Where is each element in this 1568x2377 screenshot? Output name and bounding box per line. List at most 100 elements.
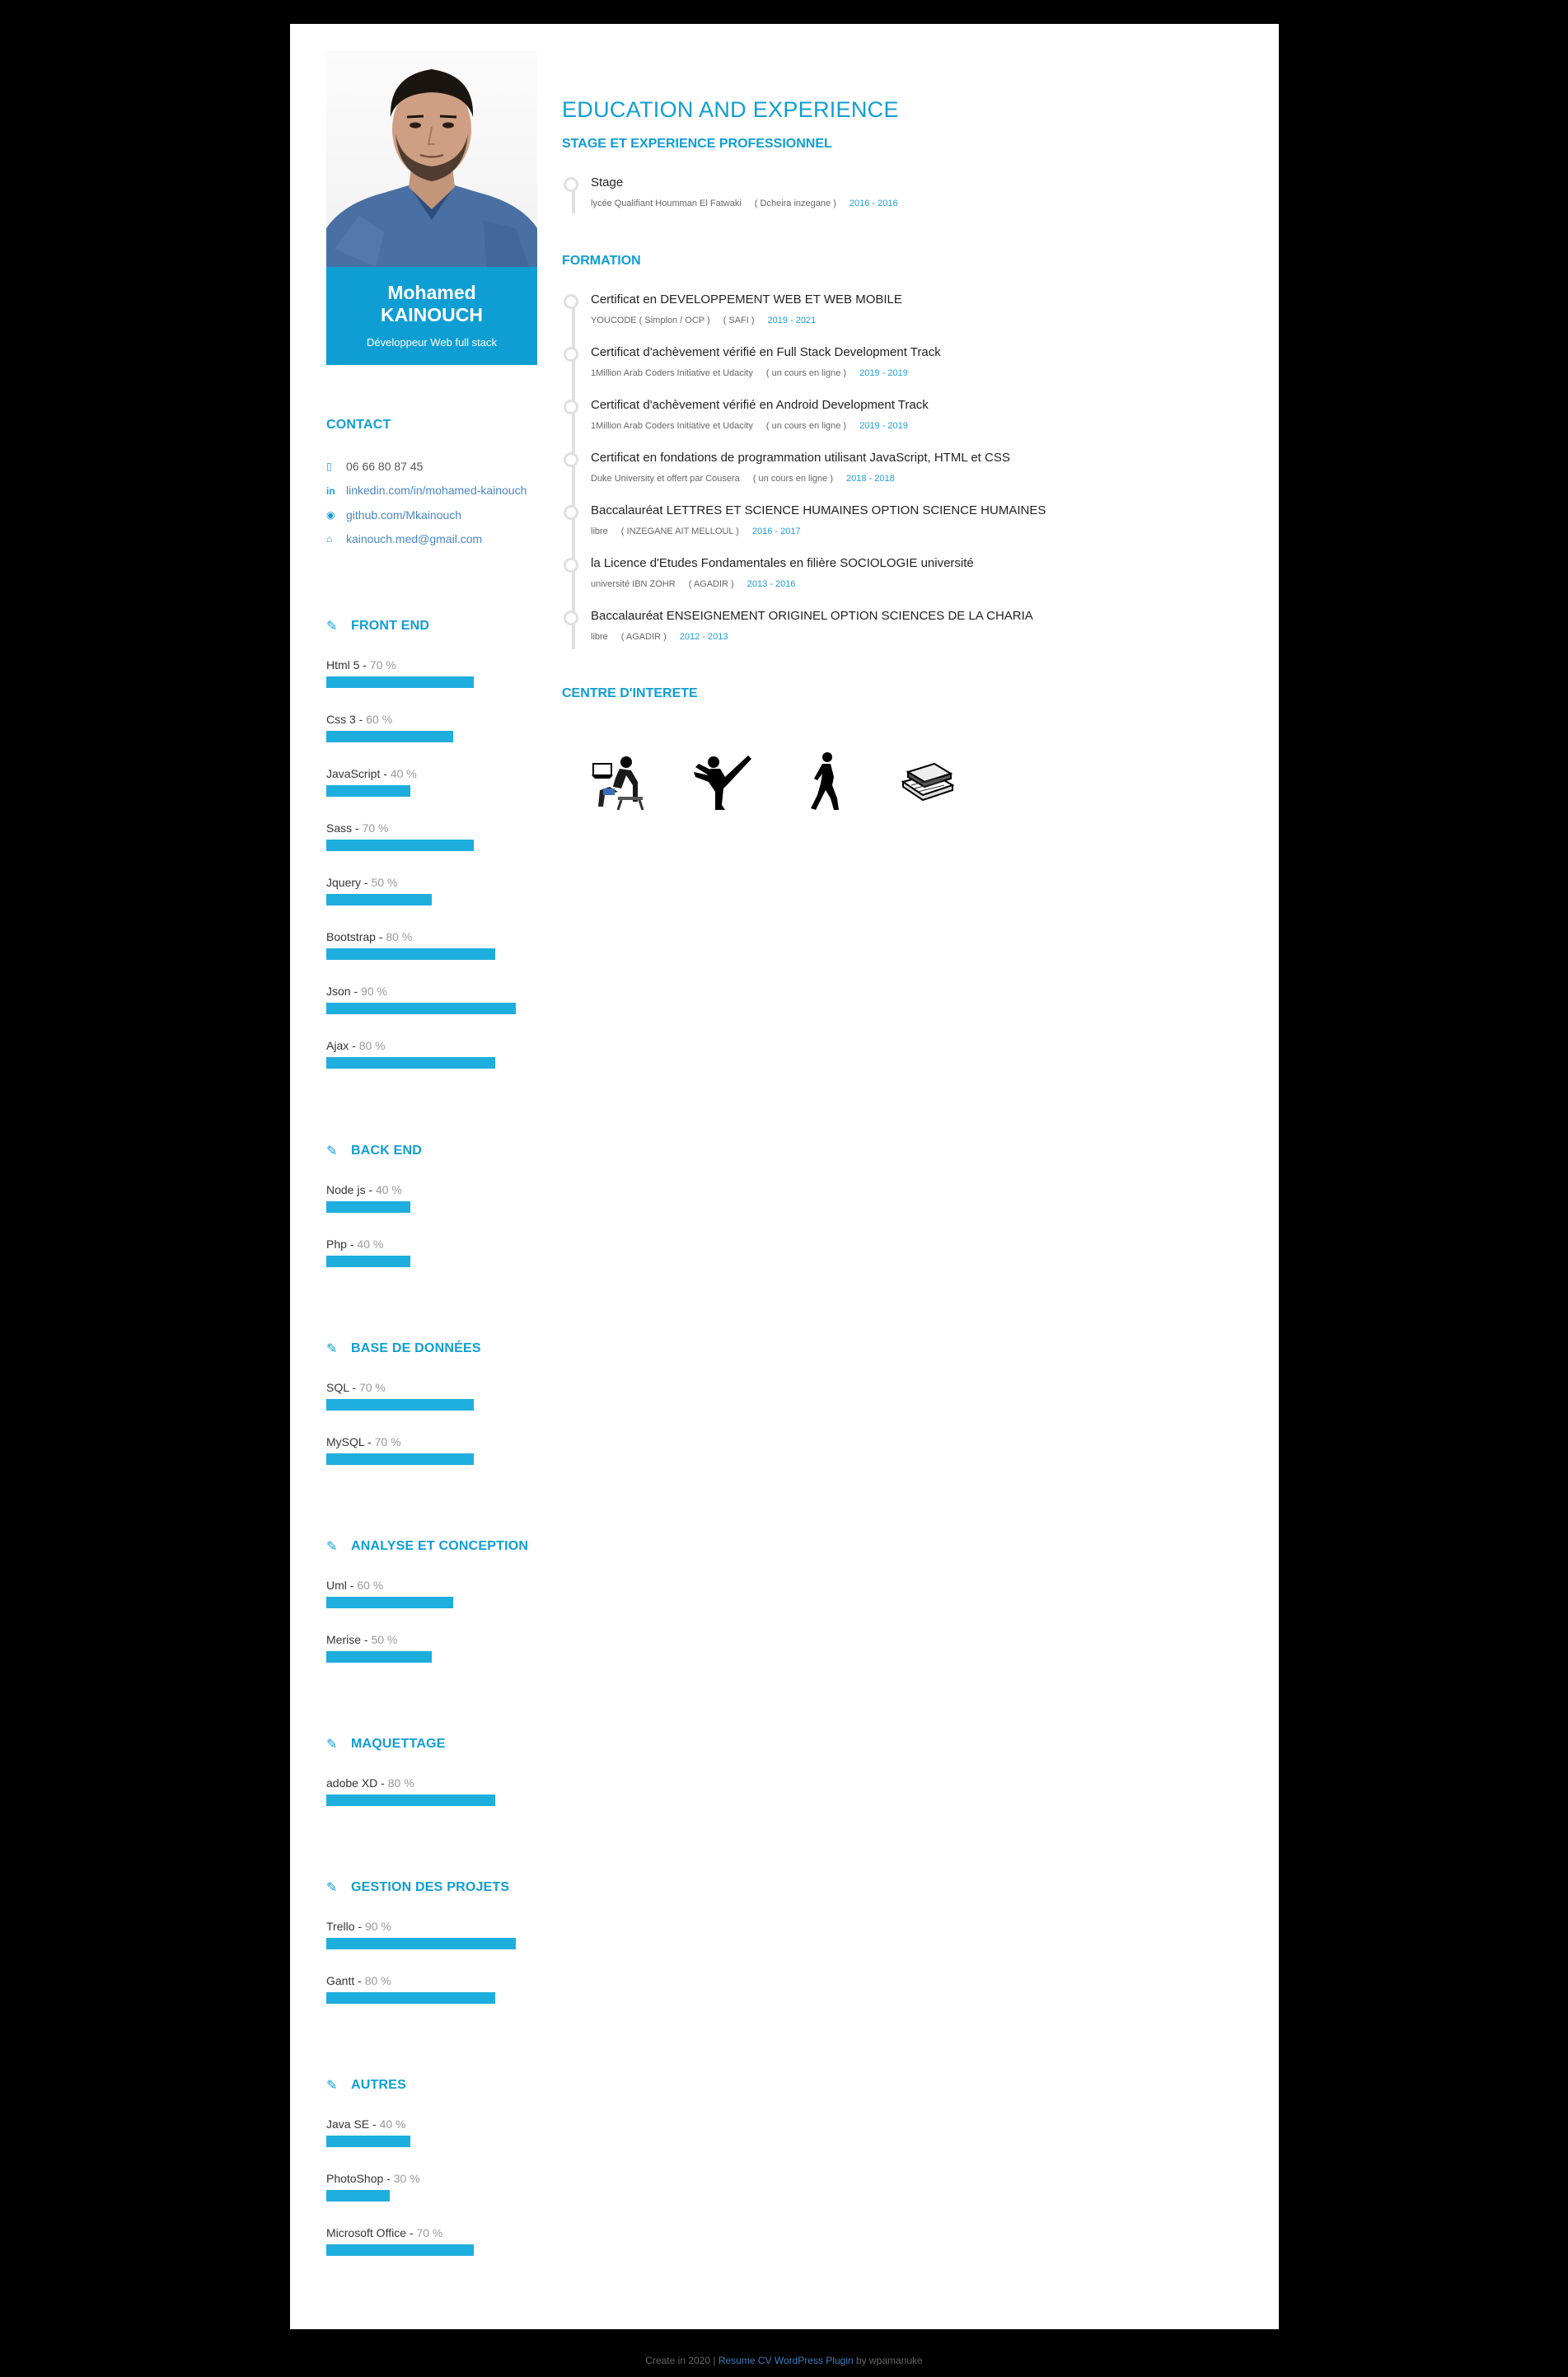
github-icon: ◉	[326, 509, 335, 521]
profile-card: Mohamed KAINOUCH Développeur Web full st…	[326, 51, 537, 365]
skill-percent: 70 %	[374, 1435, 401, 1448]
skill-bar	[326, 2136, 410, 2147]
pencil-icon: ✎	[326, 1881, 338, 1895]
skill-group-title: FRONT END	[351, 619, 430, 633]
entry-meta: 1Million Arab Coders Initiative et Udaci…	[591, 368, 921, 378]
skill-label: PhotoShop - 30 %	[326, 2172, 420, 2185]
karate-kick-icon	[687, 749, 753, 815]
skill-bar	[326, 676, 474, 688]
skill-item: JavaScript - 40 %	[326, 767, 537, 797]
skill-name: SQL	[326, 1381, 349, 1394]
skill-group: ✎ GESTION DES PROJETS Trello - 90 % Gantt -…	[326, 1879, 537, 2004]
entry-dates: 2016 - 2017	[751, 526, 801, 536]
interests-heading: CENTRE D'INTERETE	[562, 686, 698, 700]
entry-dates: 2019 - 2019	[859, 421, 908, 431]
skill-percent: 40 %	[357, 1238, 384, 1251]
entry-meta: université IBN ZOHR ( AGADIR ) 2013 - 2016	[591, 579, 808, 589]
skill-bar	[326, 1992, 495, 2004]
skill-item: Trello - 90 %	[326, 1920, 537, 1949]
pencil-icon: ✎	[326, 2079, 338, 2093]
entry-location: ( AGADIR )	[688, 579, 734, 589]
entry-title: Certificat en fondations de programmatio…	[591, 451, 1010, 465]
linkedin-link[interactable]: linkedin.com/in/mohamed-kainouch	[346, 484, 527, 497]
skill-group-heading: ✎ MAQUETTAGE	[326, 1736, 537, 1752]
skill-group-title: MAQUETTAGE	[351, 1737, 446, 1751]
skill-group-heading: ✎ BACK END	[326, 1143, 537, 1159]
skill-item: Php - 40 %	[326, 1238, 537, 1267]
skill-bar	[326, 948, 495, 960]
contact-phone: ▯ 06 66 80 87 45	[326, 457, 537, 475]
footer-plugin-link[interactable]: Resume CV WordPress Plugin	[718, 2355, 854, 2366]
contact-list: ▯ 06 66 80 87 45 in linkedin.com/in/moham…	[326, 457, 537, 548]
entry-location: ( un cours en ligne )	[765, 368, 847, 378]
entry-dates: 2018 - 2018	[845, 474, 895, 484]
skill-item: Gantt - 80 %	[326, 1974, 537, 2004]
skill-label: Html 5 - 70 %	[326, 658, 396, 671]
entry-location: ( SAFI )	[723, 316, 755, 325]
skill-name: JavaScript	[326, 767, 381, 780]
skill-bar	[326, 785, 410, 797]
skill-label: Sass - 70 %	[326, 821, 389, 835]
entry-meta: YOUCODE ( Simplon / OCP ) ( SAFI ) 2019 - …	[591, 316, 829, 325]
skill-label: Trello - 90 %	[326, 1920, 391, 1933]
skill-item: Java SE - 40 %	[326, 2117, 537, 2147]
contact-email: ⌂ kainouch.med@gmail.com	[326, 530, 537, 548]
email-link[interactable]: kainouch.med@gmail.com	[346, 530, 482, 548]
skill-percent: 40 %	[379, 2117, 406, 2131]
skill-group: ✎ FRONT END Html 5 - 70 % Css 3 - 60 % JavaS…	[326, 618, 537, 1069]
entry-place: université IBN ZOHR	[591, 579, 676, 589]
skill-label: Json - 90 %	[326, 985, 387, 998]
skill-percent: 60 %	[357, 1579, 384, 1592]
entry-place: 1Million Arab Coders Initiative et Udaci…	[591, 421, 753, 431]
skill-item: Bootstrap - 80 %	[326, 930, 537, 960]
skill-percent: 70 %	[358, 1381, 386, 1394]
entry-dates: 2013 - 2016	[747, 579, 796, 589]
entry-place: Duke University et offert par Cousera	[591, 474, 740, 484]
skill-name: Json	[326, 985, 351, 998]
skill-bar	[326, 1003, 516, 1014]
contact-heading: CONTACT	[326, 418, 391, 432]
skill-name: Gantt	[326, 1974, 355, 1987]
skill-percent: 70 %	[416, 2226, 443, 2239]
skill-percent: 40 %	[375, 1183, 402, 1196]
skill-name: PhotoShop	[326, 2172, 384, 2185]
skill-percent: 40 %	[390, 767, 417, 780]
timeline-dot	[564, 558, 578, 573]
skill-percent: 80 %	[364, 1974, 391, 1987]
timeline-dot	[564, 452, 578, 467]
books-icon	[893, 749, 959, 815]
skill-bar	[326, 1794, 495, 1806]
skill-percent: 80 %	[387, 1776, 414, 1790]
skill-percent: 30 %	[393, 2172, 420, 2185]
skill-label: Css 3 - 60 %	[326, 713, 393, 726]
skill-bar	[326, 840, 474, 851]
github-link[interactable]: github.com/Mkainouch	[346, 506, 461, 524]
skill-name: Bootstrap	[326, 930, 376, 943]
skill-name: Uml	[326, 1579, 347, 1592]
skill-bar	[326, 731, 453, 742]
skill-group-heading: ✎ BASE DE DONNÉES	[326, 1341, 537, 1357]
runner-icon	[791, 749, 857, 815]
skill-label: Gantt - 80 %	[326, 1974, 391, 1987]
pencil-icon: ✎	[326, 1540, 338, 1554]
entry-dates: 2012 - 2013	[679, 632, 728, 642]
entry-title: Stage	[591, 175, 624, 190]
entry-place: libre	[591, 632, 608, 642]
skill-item: MySQL - 70 %	[326, 1435, 537, 1465]
skill-percent: 90 %	[364, 1920, 391, 1933]
entry-title: Certificat en DEVELOPPEMENT WEB ET WEB M…	[591, 292, 902, 306]
skill-item: Jquery - 50 %	[326, 876, 537, 905]
skill-group-title: AUTRES	[351, 2078, 406, 2092]
contact-github: ◉ github.com/Mkainouch	[326, 506, 537, 524]
skill-name: Sass	[326, 821, 353, 835]
linkedin-icon: in	[326, 485, 335, 497]
skill-label: Node js - 40 %	[326, 1183, 402, 1196]
skill-group-title: GESTION DES PROJETS	[351, 1880, 510, 1894]
skill-group: ✎ MAQUETTAGE adobe XD - 80 %	[326, 1736, 537, 1806]
sidebar: Mohamed KAINOUCH Développeur Web full st…	[326, 51, 537, 2256]
skill-name: Trello	[326, 1920, 355, 1933]
skill-name: MySQL	[326, 1435, 365, 1448]
skill-item: Node js - 40 %	[326, 1183, 537, 1213]
skill-bar	[326, 1201, 410, 1213]
skill-name: Java SE	[326, 2117, 370, 2131]
